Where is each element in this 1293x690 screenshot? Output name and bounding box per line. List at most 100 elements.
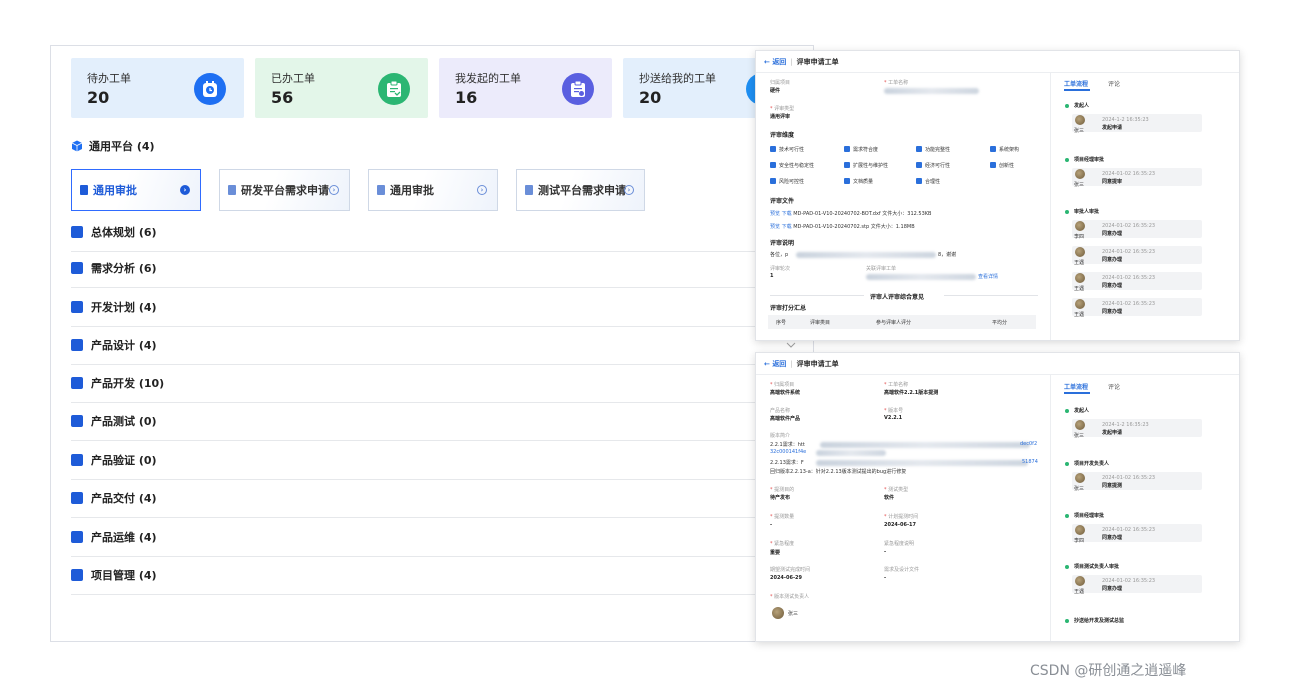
flow-action: 同意办理 <box>1102 257 1123 263</box>
active-tab-indicator <box>1064 89 1090 91</box>
checkbox[interactable] <box>844 146 850 152</box>
checkbox[interactable] <box>844 162 850 168</box>
avatar <box>1075 221 1085 231</box>
redacted-text <box>796 252 936 258</box>
checkbox-label: 扩展性与维护性 <box>853 163 889 169</box>
table-header-cell: 参与评审人评分 <box>876 320 912 326</box>
field-value: 待产发布 <box>770 495 791 501</box>
category-product-delivery[interactable]: 产品交付 (4) <box>71 479 791 518</box>
divider: | <box>790 359 793 368</box>
checkbox[interactable] <box>990 146 996 152</box>
chevron-down-icon[interactable] <box>786 340 796 350</box>
section-title: 评审维度 <box>770 132 795 139</box>
file-actions[interactable]: 预览 下载 <box>770 224 792 230</box>
file-actions[interactable]: 预览 下载 <box>770 211 792 217</box>
avatar <box>1075 273 1085 283</box>
arrow-right-icon: › <box>477 185 487 195</box>
back-button[interactable]: ← 返回 <box>764 359 786 369</box>
checkbox[interactable] <box>770 162 776 168</box>
stat-card-todo[interactable]: 待办工单 20 <box>71 58 244 118</box>
link-text[interactable]: 51874 <box>1022 459 1038 465</box>
redacted-text <box>820 442 1030 448</box>
category-dev-plan[interactable]: 开发计划 (4) <box>71 288 791 327</box>
flow-node-dot <box>1065 409 1069 413</box>
view-details-link[interactable]: 查看详情 <box>978 273 998 280</box>
link-text[interactable]: dec0f2 <box>1020 441 1037 447</box>
flow-time: 2024-1-2 16:35:23 <box>1102 422 1149 428</box>
category-product-test[interactable]: 产品测试 (0) <box>71 402 791 441</box>
card-dev-platform-request[interactable]: 研发平台需求申请 › <box>219 169 350 211</box>
checkbox[interactable] <box>844 178 850 184</box>
checkbox[interactable] <box>916 162 922 168</box>
category-label: 产品设计 (4) <box>91 339 157 352</box>
checkbox[interactable] <box>770 146 776 152</box>
document-icon <box>377 185 385 195</box>
divider: | <box>790 57 793 66</box>
checkbox[interactable] <box>770 178 776 184</box>
category-project-mgmt[interactable]: 项目管理 (4) <box>71 556 791 595</box>
field-label: * 版本号 <box>884 408 904 414</box>
link-text[interactable]: 32c000141f4e <box>770 449 806 455</box>
category-product-design[interactable]: 产品设计 (4) <box>71 326 791 365</box>
stat-card-done[interactable]: 已办工单 56 <box>255 58 428 118</box>
category-requirement-analysis[interactable]: 需求分析 (6) <box>71 249 791 288</box>
category-product-verify[interactable]: 产品验证 (0) <box>71 441 791 480</box>
flow-user: 王遇 <box>1074 260 1085 266</box>
arrow-right-icon: › <box>624 185 634 195</box>
checkbox[interactable] <box>916 146 922 152</box>
field-value: - <box>884 575 887 581</box>
back-button[interactable]: ← 返回 <box>764 57 786 67</box>
section-title: 评审人评审综合意见 <box>870 294 925 301</box>
tab-workflow[interactable]: 工单流程 <box>1064 382 1088 391</box>
divider <box>770 295 864 296</box>
code-icon <box>71 377 83 389</box>
field-label: * 计划提测时间 <box>884 514 919 520</box>
category-overall-planning[interactable]: 总体规划 (6) <box>71 213 791 252</box>
flow-step-title: 项目测试负责人审批 <box>1074 564 1120 570</box>
category-label: 产品测试 (0) <box>91 415 157 428</box>
flow-step-title: 审批人审批 <box>1074 209 1100 215</box>
review-order-detail-panel: ← 返回 | 评审申请工单 归属项目 硬件 * 工单名称 * 评审类型 通用评审… <box>755 50 1240 341</box>
tab-workflow[interactable]: 工单流程 <box>1064 79 1088 88</box>
bug-icon <box>71 415 83 427</box>
category-product-ops[interactable]: 产品运维 (4) <box>71 518 791 557</box>
flow-time: 2024-01-02 16:35:23 <box>1102 223 1156 229</box>
flow-action: 同意提审 <box>1102 179 1123 185</box>
field-value: 2024-06-17 <box>884 522 916 528</box>
card-general-approval[interactable]: 通用审批 › <box>71 169 201 211</box>
panel-header: ← 返回 | 评审申请工单 <box>756 353 1239 375</box>
flow-time: 2024-01-02 16:35:23 <box>1102 171 1156 177</box>
card-test-platform-request[interactable]: 测试平台需求申请 › <box>516 169 645 211</box>
flow-time: 2024-01-02 16:35:23 <box>1102 475 1156 481</box>
checkbox[interactable] <box>990 162 996 168</box>
panel-header: ← 返回 | 评审申请工单 <box>756 51 1239 73</box>
tab-comments[interactable]: 评论 <box>1108 382 1120 391</box>
folder-icon <box>71 569 83 581</box>
checkbox[interactable] <box>916 178 922 184</box>
avatar <box>1075 473 1085 483</box>
flow-action: 同意办理 <box>1102 586 1123 592</box>
checkbox-label: 经济可行性 <box>925 163 951 169</box>
category-label: 产品交付 (4) <box>91 492 157 505</box>
category-label: 产品验证 (0) <box>91 454 157 467</box>
category-label: 产品开发 (10) <box>91 377 165 390</box>
field-value: - <box>770 522 773 528</box>
category-product-dev[interactable]: 产品开发 (10) <box>71 364 791 403</box>
stat-value: 56 <box>271 88 294 107</box>
redacted-text <box>816 450 886 456</box>
category-label: 需求分析 (6) <box>91 262 157 275</box>
tab-comments[interactable]: 评论 <box>1108 79 1120 88</box>
stat-label: 抄送给我的工单 <box>639 72 716 85</box>
flow-user: 张三 <box>1074 182 1085 188</box>
avatar <box>1075 299 1085 309</box>
flow-action: 同意提测 <box>1102 483 1123 489</box>
field-label: * 归属项目 <box>770 382 795 388</box>
card-label: 通用审批 <box>390 184 434 197</box>
stat-label: 我发起的工单 <box>455 72 521 85</box>
field-value: 2024-06-29 <box>770 575 802 581</box>
stat-card-initiated[interactable]: 我发起的工单 16 <box>439 58 612 118</box>
card-general-approval-2[interactable]: 通用审批 › <box>368 169 498 211</box>
redacted-text <box>816 460 1028 466</box>
section-title: 评审说明 <box>770 240 795 247</box>
document-icon <box>525 185 533 195</box>
